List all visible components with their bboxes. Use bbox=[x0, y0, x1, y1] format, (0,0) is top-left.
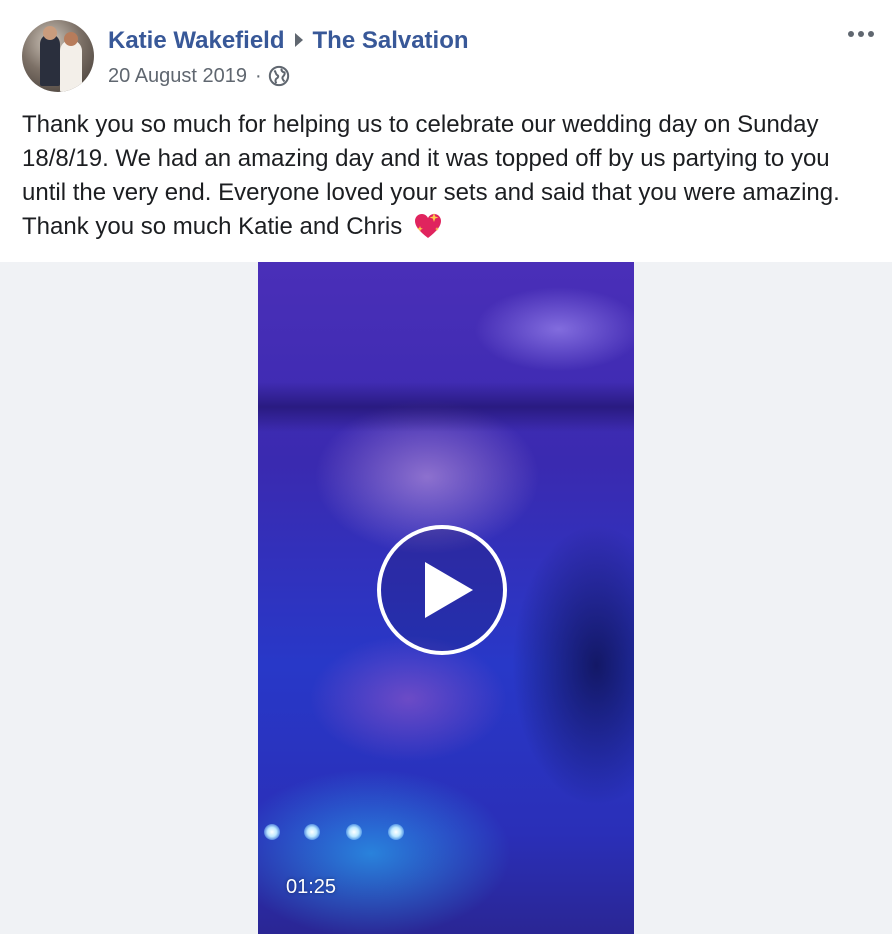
shared-to-arrow-icon bbox=[294, 33, 303, 47]
stage-light bbox=[346, 824, 362, 840]
video-frame-shade bbox=[258, 382, 634, 432]
post-date-link[interactable]: 20 August 2019 bbox=[108, 64, 247, 88]
stage-light bbox=[264, 824, 280, 840]
avatar-figure-groom bbox=[40, 26, 60, 86]
more-dot bbox=[848, 31, 854, 37]
stage-lights bbox=[264, 824, 424, 846]
more-options-icon[interactable] bbox=[844, 22, 878, 46]
target-page-link[interactable]: The Salvation bbox=[313, 27, 469, 54]
author-avatar[interactable] bbox=[22, 20, 94, 92]
author-name-link[interactable]: Katie Wakefield bbox=[108, 27, 285, 54]
meta-separator: · bbox=[255, 65, 262, 87]
stage-light bbox=[388, 824, 404, 840]
more-dot bbox=[868, 31, 874, 37]
more-dot bbox=[858, 31, 864, 37]
globe-icon[interactable] bbox=[268, 65, 290, 87]
sparkling-heart-icon bbox=[414, 213, 441, 238]
play-button[interactable] bbox=[377, 525, 507, 655]
avatar-figure-bride bbox=[60, 32, 82, 92]
video-duration: 01:25 bbox=[286, 876, 337, 898]
play-icon bbox=[425, 562, 473, 618]
post-meta: 20 August 2019 · bbox=[108, 64, 290, 88]
post-header: Katie Wakefield The Salvation bbox=[108, 27, 469, 55]
stage-light bbox=[304, 824, 320, 840]
facebook-post: Katie Wakefield The Salvation 20 August 2… bbox=[0, 0, 892, 934]
video-player[interactable]: 01:25 bbox=[258, 262, 634, 934]
media-container: 01:25 bbox=[0, 262, 892, 934]
post-message: Thank you so much for helping us to cele… bbox=[22, 108, 872, 244]
